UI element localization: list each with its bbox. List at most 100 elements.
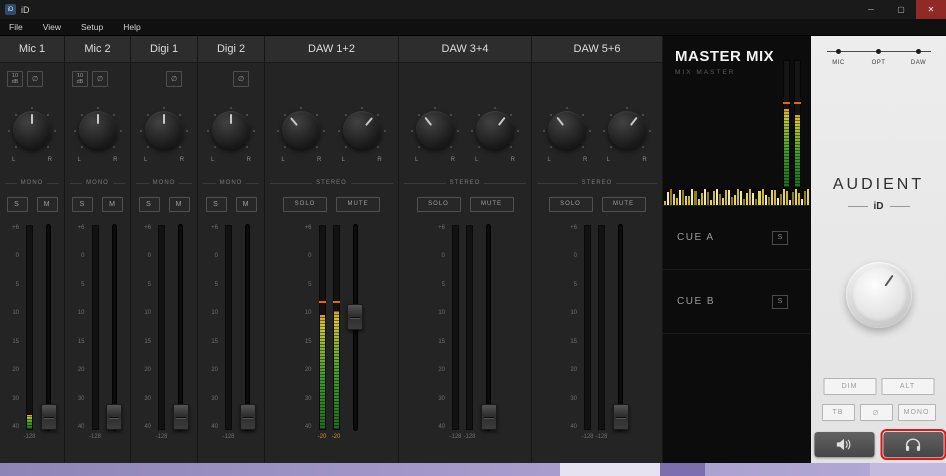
mode-row: MONO xyxy=(65,175,130,191)
master-header: MASTER MIX MIX MASTER xyxy=(663,36,810,206)
desktop-taskbar xyxy=(0,463,946,476)
alt-button[interactable]: ALT xyxy=(881,378,934,395)
cue-a-label: CUE A xyxy=(677,232,715,243)
maximize-button[interactable]: ▢ xyxy=(886,0,916,19)
fader-track xyxy=(347,225,364,430)
source-daw[interactable]: DAW xyxy=(907,46,931,78)
mute-button[interactable]: M xyxy=(36,196,58,212)
source-opt[interactable]: OPT xyxy=(867,46,891,78)
phase-button[interactable]: ∅ xyxy=(92,71,108,87)
cue-b-solo-button[interactable]: S xyxy=(772,294,788,309)
scale-label: 40 xyxy=(570,423,577,430)
pan-knob-right[interactable]: L R xyxy=(471,107,519,169)
pan-knob[interactable]: L R xyxy=(74,107,122,169)
pad-button[interactable]: 10 dB xyxy=(72,71,88,87)
pan-label-left: L xyxy=(341,157,345,163)
headphones-output-button[interactable] xyxy=(880,429,946,460)
fader-handle[interactable] xyxy=(106,404,122,430)
channel-controls: ∅ xyxy=(198,63,264,95)
cue-a-solo-button[interactable]: S xyxy=(772,230,788,245)
brand-name: AUDIENT xyxy=(832,176,925,193)
fader-handle[interactable] xyxy=(172,404,189,430)
peak-indicator xyxy=(318,301,326,304)
mute-button[interactable]: M xyxy=(168,196,190,212)
close-button[interactable]: ✕ xyxy=(916,0,946,19)
mode-line xyxy=(246,182,260,184)
fader-handle[interactable] xyxy=(239,404,256,430)
channel-header: Digi 1 xyxy=(131,36,197,63)
fader-handle[interactable] xyxy=(347,304,363,330)
level-meter: -128 xyxy=(155,225,168,440)
meter-readout: -128 xyxy=(449,434,462,440)
volume-knob[interactable] xyxy=(845,262,912,328)
polarity-button[interactable]: ∅ xyxy=(859,404,893,421)
phase-button[interactable]: ∅ xyxy=(233,71,249,87)
menu-setup[interactable]: Setup xyxy=(81,22,103,32)
solo-button[interactable]: S xyxy=(6,196,28,212)
daw-dot-icon xyxy=(916,49,921,54)
scale-label: 10 xyxy=(211,310,218,317)
pan-label-right: R xyxy=(450,157,455,163)
phase-button[interactable]: ∅ xyxy=(166,71,182,87)
meter-fill xyxy=(784,108,789,188)
scale-label: +6 xyxy=(77,225,85,231)
pan-knob[interactable]: L R xyxy=(140,107,188,169)
level-meter: -20 xyxy=(332,225,340,440)
speaker-output-button[interactable] xyxy=(814,432,874,457)
knob-body xyxy=(548,111,587,149)
pan-label-left: L xyxy=(77,157,81,163)
meter-readout: -128 xyxy=(595,434,608,440)
solo-button[interactable]: S xyxy=(138,196,160,212)
mode-row: MONO xyxy=(0,175,64,191)
dim-button[interactable]: DIM xyxy=(823,378,876,395)
mixer: Mic 1 10 dB ∅ L R MONO S M +6 0 5 10 15 20 30 40… xyxy=(0,36,946,463)
meter-readout: -128 xyxy=(581,434,594,440)
spectrum-bar xyxy=(673,193,676,205)
solo-button[interactable]: SOLO xyxy=(283,196,327,212)
source-mic[interactable]: MIC xyxy=(827,46,851,78)
pan-knob[interactable]: L R xyxy=(207,107,255,169)
fader-handle[interactable] xyxy=(40,404,57,430)
pan-label-right: R xyxy=(246,157,251,163)
pad-button[interactable]: 10 dB xyxy=(7,71,23,87)
solo-button[interactable]: SOLO xyxy=(548,196,593,212)
spectrum-bar xyxy=(743,199,746,205)
talkback-button[interactable]: TB xyxy=(821,404,855,421)
pan-knob[interactable]: L R xyxy=(8,107,56,169)
menu-file[interactable]: File xyxy=(9,22,23,32)
pan-knob-left[interactable]: L R xyxy=(277,107,325,169)
mute-button[interactable]: MUTE xyxy=(336,196,380,212)
fader-section: +6 0 5 10 15 20 30 40 -128 xyxy=(198,217,264,463)
phase-button[interactable]: ∅ xyxy=(27,71,43,87)
fader-handle[interactable] xyxy=(612,404,629,430)
source-daw-label: DAW xyxy=(910,60,927,66)
spectrum-bar xyxy=(795,188,798,205)
mute-button[interactable]: MUTE xyxy=(469,196,514,212)
pan-knob-right[interactable]: L R xyxy=(338,107,386,169)
pan-label-right: R xyxy=(642,157,647,163)
mode-label: MONO xyxy=(20,180,44,186)
spectrum-bar xyxy=(773,190,776,205)
mono-button[interactable]: MONO xyxy=(897,404,936,421)
solo-button[interactable]: S xyxy=(72,196,93,212)
scale-label: 10 xyxy=(77,310,85,317)
spectrum-bar xyxy=(724,190,727,205)
mute-button[interactable]: M xyxy=(102,196,123,212)
fader-rail xyxy=(619,225,622,430)
pan-knob-left[interactable]: L R xyxy=(411,107,459,169)
mode-line xyxy=(47,182,60,184)
menu-help[interactable]: Help xyxy=(123,22,140,32)
pan-knob-left[interactable]: L R xyxy=(543,107,591,169)
pan-knob-right[interactable]: L R xyxy=(603,107,651,169)
channel-header: DAW 5+6 xyxy=(532,36,662,63)
menu-view[interactable]: View xyxy=(43,22,61,32)
fader-handle[interactable] xyxy=(480,404,497,430)
minimize-button[interactable]: ─ xyxy=(856,0,886,19)
spectrum-bar xyxy=(664,200,667,205)
mute-button[interactable]: MUTE xyxy=(601,196,646,212)
solo-button[interactable]: SOLO xyxy=(416,196,461,212)
mode-row: MONO xyxy=(131,175,197,191)
solo-button[interactable]: S xyxy=(205,196,227,212)
mute-button[interactable]: M xyxy=(235,196,257,212)
mode-row: STEREO xyxy=(532,175,662,191)
